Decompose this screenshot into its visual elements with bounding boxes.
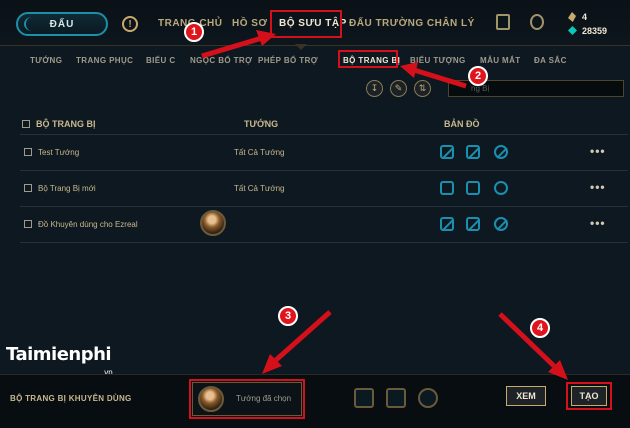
champion-name: Tất Cả Tướng: [234, 148, 285, 157]
ranked-shield-icon[interactable]: [496, 14, 510, 30]
select-all-checkbox[interactable]: [22, 120, 30, 128]
arrow-3-head: [262, 354, 282, 374]
divider: [20, 134, 628, 135]
subnav-item-sets[interactable]: BỘ TRANG BỊ: [343, 56, 400, 65]
subnav-wards[interactable]: MẪU MẮT: [480, 56, 521, 65]
tft-map-icon[interactable]: [494, 145, 508, 159]
view-button[interactable]: XEM: [506, 386, 546, 406]
riot-points-count: 28359: [582, 26, 608, 36]
loot-icon[interactable]: [530, 14, 544, 30]
divider: [20, 206, 628, 207]
row-checkbox[interactable]: [24, 148, 32, 156]
howling-abyss-icon[interactable]: [466, 217, 480, 231]
row-checkbox[interactable]: [24, 220, 32, 228]
subnav-icons[interactable]: BIỂU TƯỢNG: [410, 56, 466, 65]
item-set-name: Đồ Khuyên dùng cho Ezreal: [38, 220, 138, 229]
subnav-emotes[interactable]: BIỂU C: [146, 56, 176, 65]
more-options-icon[interactable]: •••: [590, 216, 606, 230]
watermark-logo: Taimienphi: [6, 344, 112, 365]
import-icon[interactable]: ↧: [366, 80, 383, 97]
summoners-rift-filter-icon[interactable]: [354, 388, 374, 408]
selected-champion-avatar: [198, 386, 224, 412]
more-options-icon[interactable]: •••: [590, 144, 606, 158]
column-header-champion: TƯỚNG: [244, 119, 279, 129]
tft-map-icon[interactable]: [494, 217, 508, 231]
step-marker-1: 1: [184, 22, 204, 42]
champion-name: Tất Cả Tướng: [234, 184, 285, 193]
item-set-name: Bộ Trang Bị mới: [38, 184, 96, 193]
subnav-champions[interactable]: TƯỚNG: [30, 56, 62, 65]
column-header-item-set: BỘ TRANG BỊ: [36, 119, 96, 129]
nav-collection[interactable]: BỘ SƯU TẬP: [279, 18, 347, 29]
howling-abyss-icon[interactable]: [466, 145, 480, 159]
item-set-name: Test Tướng: [38, 148, 80, 157]
row-checkbox[interactable]: [24, 184, 32, 192]
summoners-rift-icon[interactable]: [440, 181, 454, 195]
champion-selector-label: Tướng đã chọn: [236, 394, 292, 403]
subnav-skins[interactable]: TRANG PHỤC: [76, 56, 133, 65]
howling-abyss-icon[interactable]: [466, 181, 480, 195]
tft-map-icon[interactable]: [494, 181, 508, 195]
step-marker-4: 4: [530, 318, 550, 338]
more-options-icon[interactable]: •••: [590, 180, 606, 194]
create-button[interactable]: TẠO: [571, 386, 607, 406]
exclamation-icon[interactable]: !: [122, 16, 138, 32]
column-header-map: BẢN ĐỒ: [444, 119, 480, 129]
tft-filter-icon[interactable]: [418, 388, 438, 408]
summoners-rift-icon[interactable]: [440, 145, 454, 159]
chevron-down-icon: [295, 44, 307, 50]
summoners-rift-icon[interactable]: [440, 217, 454, 231]
recommended-sets-label: BỘ TRANG BỊ KHUYÊN DÙNG: [10, 394, 132, 403]
divider: [20, 170, 628, 171]
play-button[interactable]: ĐẤU: [16, 12, 108, 36]
champion-avatar: [200, 210, 226, 236]
sort-icon[interactable]: ⇅: [414, 80, 431, 97]
nav-tft[interactable]: ĐẤU TRƯỜNG CHÂN LÝ: [349, 18, 475, 29]
nav-profile[interactable]: HỒ SƠ: [232, 18, 267, 29]
subnav-spells[interactable]: PHÉP BỔ TRỢ: [258, 56, 318, 65]
divider: [20, 242, 628, 243]
blue-essence-count: 4: [582, 12, 588, 22]
subnav-chromas[interactable]: ĐA SẮC: [534, 56, 567, 65]
edit-icon[interactable]: ✎: [390, 80, 407, 97]
step-marker-3: 3: [278, 306, 298, 326]
howling-abyss-filter-icon[interactable]: [386, 388, 406, 408]
subnav-runes[interactable]: NGỌC BỔ TRỢ: [190, 56, 252, 65]
step-marker-2: 2: [468, 66, 488, 86]
